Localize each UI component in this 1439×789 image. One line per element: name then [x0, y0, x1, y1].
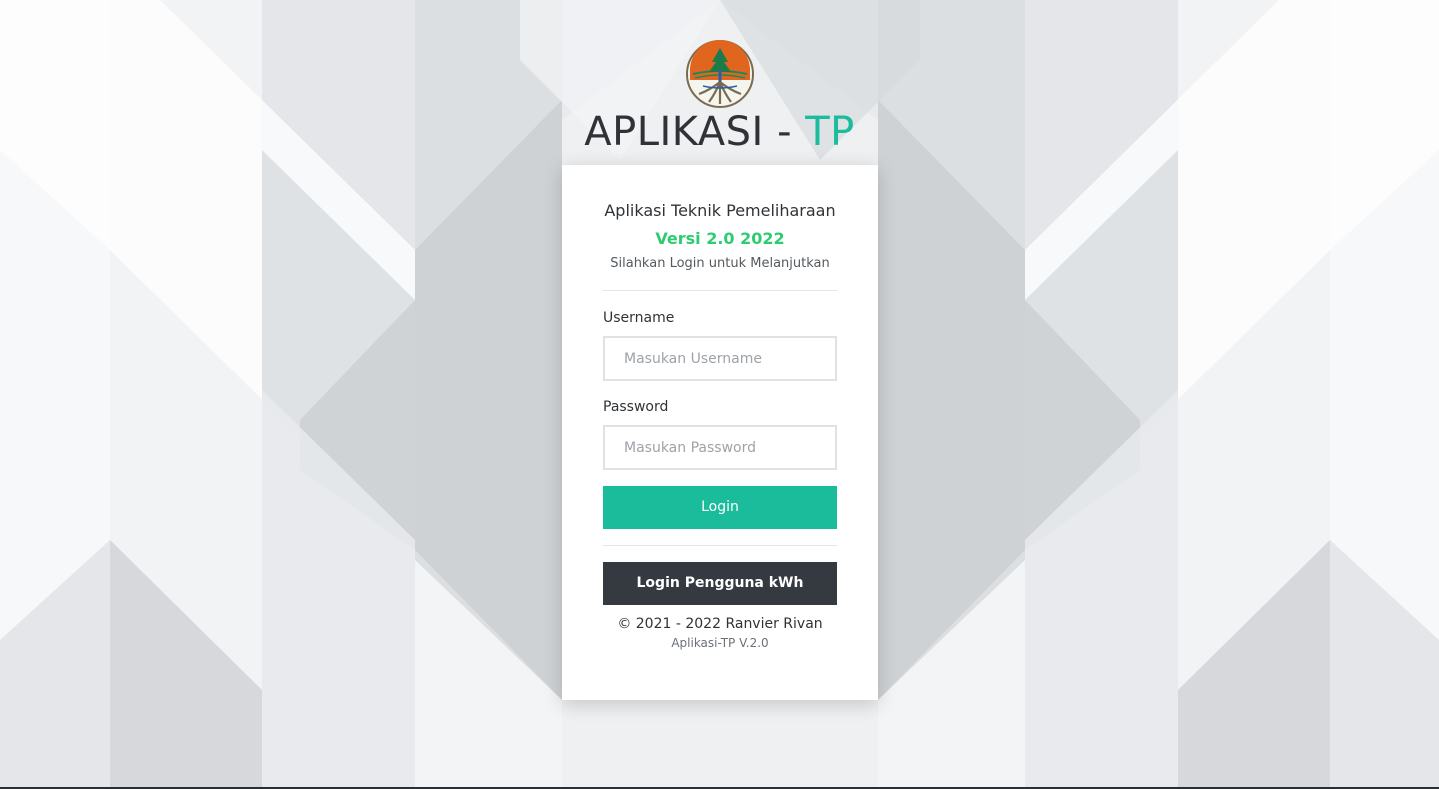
card-title: Aplikasi Teknik Pemeliharaan [604, 201, 836, 220]
username-label: Username [603, 310, 675, 326]
login-kwh-user-button[interactable]: Login Pengguna kWh [603, 562, 837, 605]
password-input[interactable] [603, 425, 837, 470]
card-subtitle: Silahkan Login untuk Melanjutkan [610, 256, 830, 271]
app-version-text: Aplikasi-TP V.2.0 [671, 636, 769, 650]
app-title-accent: TP [805, 109, 855, 155]
divider [603, 545, 837, 546]
copyright-text: © 2021 - 2022 Ranvier Rivan [617, 616, 823, 632]
app-title-main: APLIKASI - [584, 109, 806, 155]
divider [603, 290, 837, 291]
version-text: Versi 2.0 2022 [655, 229, 785, 248]
username-input[interactable] [603, 336, 837, 381]
app-title: APLIKASI - TP [0, 106, 1439, 158]
login-button[interactable]: Login [603, 486, 837, 529]
forest-tree-emblem-logo-icon [685, 40, 755, 108]
password-label: Password [603, 399, 669, 415]
login-card: Aplikasi Teknik Pemeliharaan Versi 2.0 2… [562, 165, 878, 700]
